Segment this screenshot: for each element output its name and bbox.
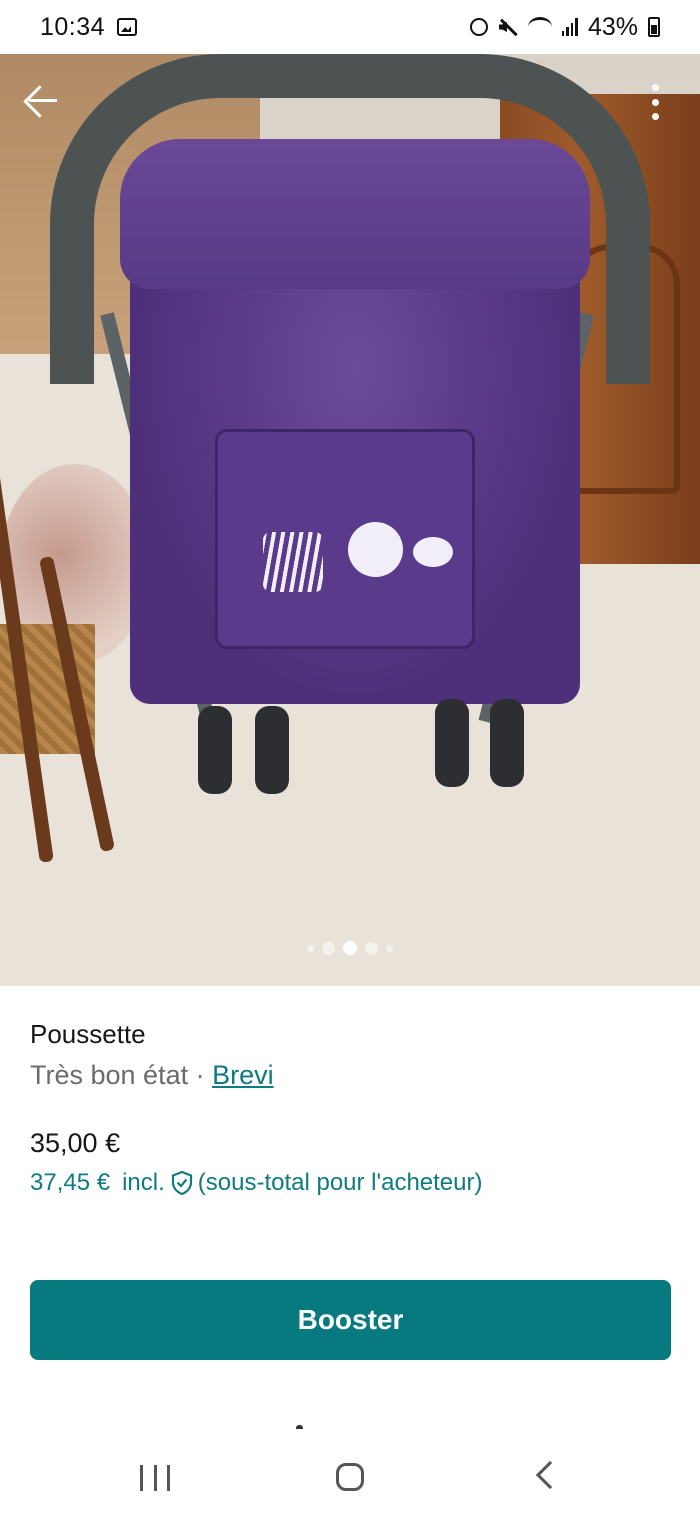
scroll-indicator xyxy=(296,1425,303,1429)
buyer-protection-price[interactable]: 37,45 € incl. (sous-total pour l'acheteu… xyxy=(30,1169,482,1197)
system-nav-bar xyxy=(0,1437,700,1517)
stroller-pocket xyxy=(215,429,475,649)
booster-button[interactable]: Booster xyxy=(30,1280,671,1360)
signal-icon xyxy=(561,18,578,36)
home-icon[interactable] xyxy=(336,1463,364,1491)
carousel-dot xyxy=(307,944,314,952)
item-price: 35,00 € xyxy=(30,1128,121,1158)
carousel-dot xyxy=(322,941,335,955)
status-bar: 10:34 43% xyxy=(0,0,700,54)
separator: · xyxy=(188,1060,213,1090)
price-incl-word: incl. xyxy=(122,1169,165,1196)
carousel-indicator xyxy=(0,941,700,955)
recents-icon[interactable] xyxy=(140,1465,170,1491)
price-incl-amount: 37,45 € xyxy=(30,1169,111,1196)
carousel-dot xyxy=(365,941,378,955)
price-incl-note: (sous-total pour l'acheteur) xyxy=(197,1169,483,1196)
carousel-dot-active xyxy=(343,941,357,955)
product-photo[interactable] xyxy=(0,54,700,986)
shield-check-icon xyxy=(171,1170,192,1196)
battery-percent: 43% xyxy=(587,12,638,41)
item-title: Poussette xyxy=(30,1019,146,1049)
carousel-dot xyxy=(386,944,393,952)
brand-link[interactable]: Brevi xyxy=(212,1060,274,1090)
item-condition: Très bon état xyxy=(30,1060,189,1090)
wifi-icon xyxy=(527,17,552,37)
back-arrow-icon[interactable] xyxy=(22,82,62,122)
photo-chair xyxy=(0,434,116,874)
image-notification-icon xyxy=(117,18,138,36)
mute-icon xyxy=(498,17,518,37)
item-subtitle: Très bon état · Brevi xyxy=(30,1060,274,1091)
status-icons: 43% xyxy=(469,12,660,42)
more-options-icon[interactable] xyxy=(640,80,670,124)
status-time: 10:34 xyxy=(40,12,106,41)
nav-back-icon[interactable] xyxy=(535,1460,565,1490)
battery-icon xyxy=(648,17,660,37)
alarm-icon xyxy=(469,18,488,36)
